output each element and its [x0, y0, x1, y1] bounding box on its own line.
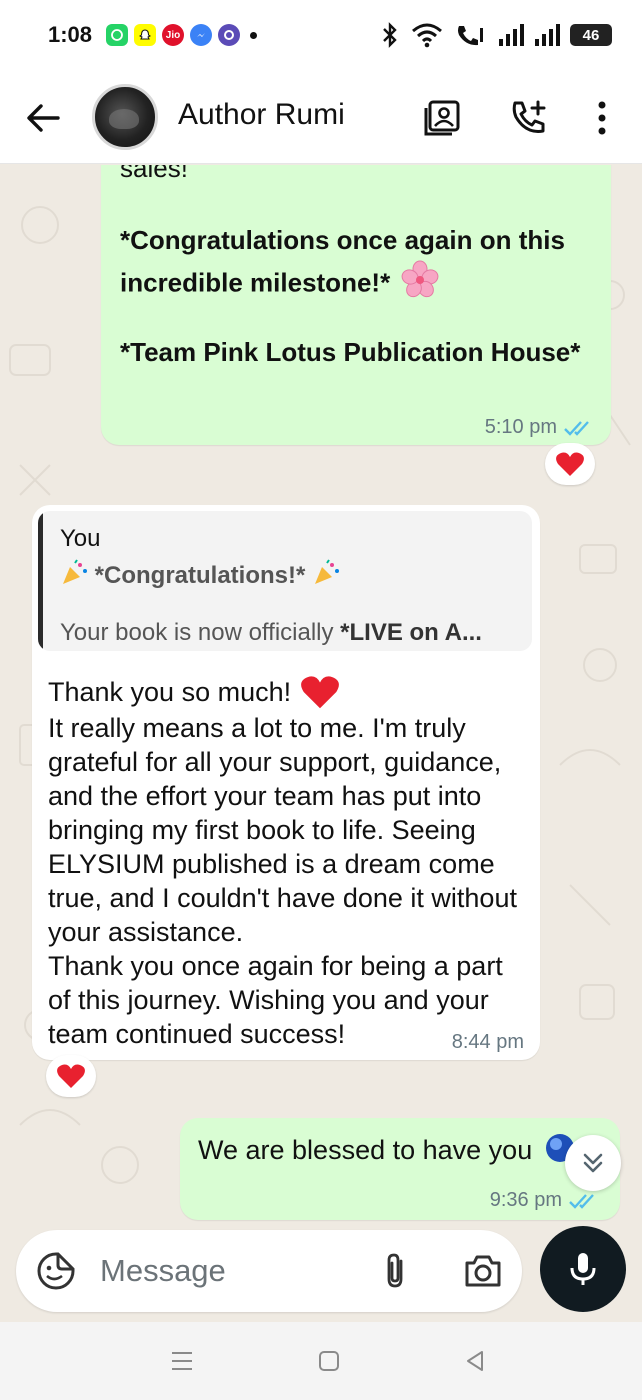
back-button[interactable]: [24, 98, 64, 138]
heart-emoji-icon: [556, 452, 584, 476]
volte-call-icon: [458, 26, 483, 46]
contact-name[interactable]: Author Rumi: [178, 98, 345, 132]
message-text-bold-content: *Congratulations once again on this incr…: [120, 225, 565, 298]
quote-text-line2: Your book is now officially *LIVE on A..…: [60, 619, 482, 647]
wifi-icon: [412, 23, 442, 48]
message-time: 8:44 pm: [451, 1031, 524, 1053]
sticker-button[interactable]: [36, 1251, 76, 1291]
double-check-read-icon: [569, 1193, 594, 1209]
quoted-message[interactable]: You *Congratulations!* Your book is now …: [38, 511, 532, 651]
menu-lines-icon: [172, 1352, 192, 1370]
quote-text-line2-bold: *LIVE on A...: [340, 619, 482, 646]
add-call-icon: [512, 100, 546, 133]
message-bubble-outgoing[interactable]: We are blessed to have you 9:36 pm: [180, 1118, 620, 1220]
chat-header: Author Rumi: [0, 72, 642, 164]
message-composer: [16, 1230, 522, 1312]
square-icon: [319, 1351, 339, 1371]
jio-icon: Jio: [162, 24, 184, 46]
message-signature: *Team Pink Lotus Publication House*: [120, 337, 581, 367]
camera-icon: [465, 1255, 501, 1287]
signal-icon-1: [499, 24, 524, 46]
scroll-to-bottom-button[interactable]: [565, 1135, 621, 1191]
cherry-blossom-emoji: [401, 260, 439, 309]
arrow-left-icon: [27, 104, 60, 132]
reaction-heart[interactable]: [46, 1055, 96, 1097]
message-meta: 8:44 pm: [452, 1031, 524, 1054]
message-text: It really means a lot to me. I'm truly g…: [48, 713, 517, 1049]
message-text-line: We are blessed to have you: [198, 1132, 576, 1172]
message-first-line-text: Thank you so much!: [48, 677, 292, 707]
whatsapp-icon: [106, 24, 128, 46]
home-button[interactable]: [314, 1346, 344, 1376]
message-input[interactable]: [100, 1246, 360, 1296]
message-meta: 9:36 pm: [490, 1189, 600, 1212]
app-icon: [218, 24, 240, 46]
message-time: 9:36 pm: [489, 1189, 562, 1211]
microphone-icon: [570, 1253, 596, 1285]
message-time: 5:10 pm: [484, 416, 557, 438]
contact-card-icon: [424, 100, 460, 136]
recents-button[interactable]: [167, 1346, 197, 1376]
double-chevron-down-icon: [583, 1153, 603, 1173]
sticker-icon: [37, 1252, 75, 1290]
heart-emoji-icon: [57, 1064, 85, 1088]
camera-button[interactable]: [462, 1251, 504, 1291]
reaction-heart[interactable]: [545, 443, 595, 485]
messenger-icon: [190, 24, 212, 46]
quote-text-line1-content: *Congratulations!*: [94, 561, 306, 589]
contact-avatar[interactable]: [92, 84, 158, 150]
status-indicators: 46: [380, 22, 612, 48]
triangle-back-icon: [467, 1351, 483, 1371]
message-first-line: Thank you so much!: [48, 673, 341, 711]
paperclip-icon: [387, 1253, 403, 1288]
message-text-bold: *Congratulations once again on this incr…: [120, 220, 590, 309]
quote-accent-bar: [38, 511, 43, 651]
message-text: We are blessed to have you: [198, 1135, 533, 1166]
message-meta: 5:10 pm: [485, 416, 595, 439]
notification-dot: [250, 31, 257, 39]
message-text: sales!: [120, 165, 188, 183]
status-app-icons: Jio: [106, 24, 257, 46]
party-popper-emoji: [312, 559, 340, 594]
party-popper-emoji: [60, 559, 88, 594]
voice-call-button[interactable]: [506, 96, 550, 140]
more-vert-icon: [598, 101, 606, 135]
more-options-button[interactable]: [580, 96, 624, 140]
attach-button[interactable]: [376, 1251, 416, 1291]
battery-indicator: 46: [570, 24, 612, 46]
bluetooth-icon: [383, 22, 397, 48]
video-call-button[interactable]: [420, 96, 464, 140]
snapchat-icon: [134, 24, 156, 46]
system-navigation-bar: [0, 1322, 642, 1400]
quote-text-line2-prefix: Your book is now officially: [60, 619, 341, 646]
quote-author: You: [60, 525, 101, 552]
status-bar: 1:08 Jio 46: [0, 0, 642, 72]
chat-area[interactable]: sales! *Congratulations once again on th…: [0, 165, 642, 1228]
message-bubble-outgoing[interactable]: sales! *Congratulations once again on th…: [101, 165, 611, 445]
voice-message-button[interactable]: [540, 1226, 626, 1312]
heart-emoji-icon: [301, 676, 340, 709]
status-time: 1:08: [48, 22, 93, 47]
back-nav-button[interactable]: [460, 1346, 490, 1376]
double-check-read-icon: [564, 420, 589, 436]
signal-icon-2: [535, 24, 560, 46]
message-bubble-incoming[interactable]: You *Congratulations!* Your book is now …: [32, 505, 540, 1060]
quote-text-line1: *Congratulations!*: [60, 559, 340, 594]
